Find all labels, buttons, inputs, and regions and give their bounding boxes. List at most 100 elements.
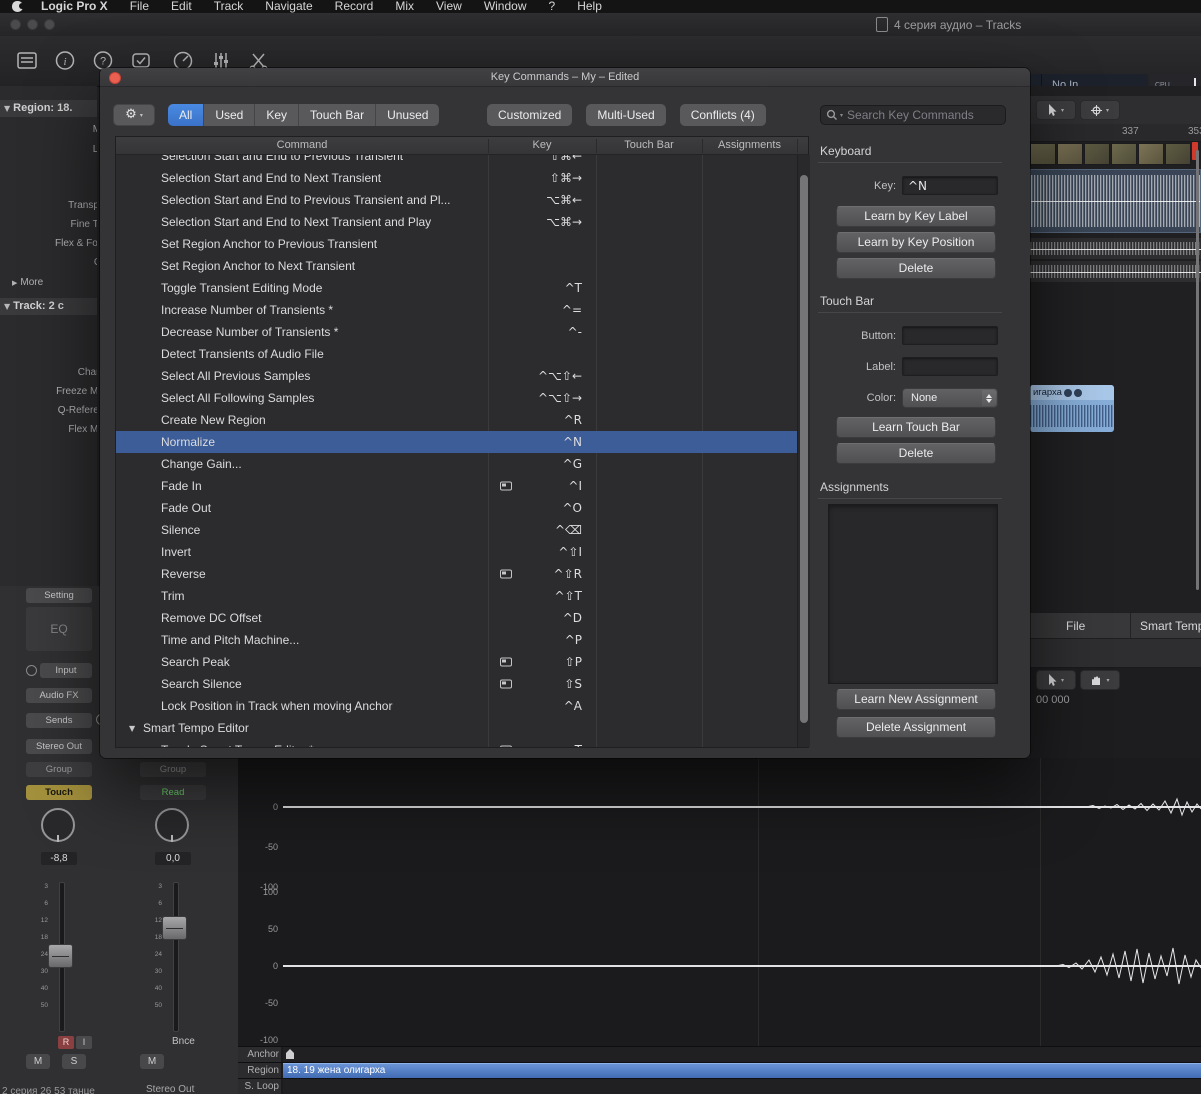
channel-setting-button[interactable]: Setting <box>26 588 92 603</box>
channel-input-button[interactable]: Input <box>40 663 92 678</box>
record-enable-button[interactable]: R <box>58 1036 74 1049</box>
filter-segment[interactable]: Unused <box>376 104 439 126</box>
volume-value[interactable]: 0,0 <box>155 852 191 865</box>
key-command-row[interactable]: ▼ Search Silence ⇧S <box>116 673 797 695</box>
close-window-button[interactable] <box>10 19 21 30</box>
pan-knob[interactable] <box>41 808 75 842</box>
eq-thumbnail[interactable]: EQ <box>26 607 92 651</box>
mute-button[interactable]: M <box>26 1054 50 1069</box>
s-loop-lane[interactable] <box>283 1079 1201 1094</box>
key-command-row[interactable]: ▼ Lock Position in Track when moving Anc… <box>116 695 797 717</box>
key-command-row[interactable]: ▼ Time and Pitch Machine... ^P <box>116 629 797 651</box>
audio-region-blue[interactable]: игарха <box>1030 385 1114 432</box>
more-disclosure[interactable]: ▶More <box>12 277 43 288</box>
anchor-lane[interactable] <box>283 1047 1201 1062</box>
editor-pointer-tool-menu[interactable]: ▾ <box>1036 670 1076 690</box>
zoom-window-button[interactable] <box>44 19 55 30</box>
search-input[interactable] <box>845 107 1000 123</box>
audio-region[interactable] <box>1030 261 1201 282</box>
action-menu-button[interactable]: ⚙ ▾ <box>113 104 155 126</box>
audio-fx-button[interactable]: Audio FX <box>26 688 92 703</box>
key-command-row[interactable]: ▼ Normalize ^N <box>116 431 797 453</box>
key-command-row[interactable]: ▼ Selection Start and End to Next Transi… <box>116 167 797 189</box>
region-inspector-header[interactable]: ▼Region: 18. <box>0 100 97 117</box>
menu-item[interactable]: Mix <box>395 1 414 12</box>
menu-item[interactable]: Logic Pro X <box>41 1 108 12</box>
filter-segment[interactable]: Touch Bar <box>299 104 376 126</box>
key-command-row[interactable]: ▼ Fade Out ^O <box>116 497 797 519</box>
solo-button[interactable]: S <box>62 1054 86 1069</box>
menu-item[interactable]: Navigate <box>265 1 312 12</box>
key-command-row[interactable]: ▼ Selection Start and End to Previous Tr… <box>116 189 797 211</box>
key-command-row[interactable]: ▼ Select All Previous Samples ^⌥⇧← <box>116 365 797 387</box>
key-command-row[interactable]: ▼ Set Region Anchor to Previous Transien… <box>116 233 797 255</box>
learn-by-key-position-button[interactable]: Learn by Key Position <box>836 232 996 253</box>
mute-button[interactable]: M <box>140 1054 164 1069</box>
key-command-row[interactable]: ▼ Detect Transients of Audio File <box>116 343 797 365</box>
dialog-close-button[interactable] <box>109 72 121 84</box>
column-header-key[interactable]: Key <box>488 137 596 155</box>
key-command-row[interactable]: ▼ Selection Start and End to Previous Tr… <box>116 155 797 167</box>
menu-item[interactable]: File <box>130 1 149 12</box>
audio-region-selected[interactable] <box>1030 169 1201 233</box>
column-header-assignments[interactable]: Assignments <box>702 137 797 155</box>
input-format-icon[interactable] <box>26 665 37 676</box>
menu-item[interactable]: ? <box>549 1 556 12</box>
dialog-title-bar[interactable]: Key Commands – My – Edited <box>100 68 1030 87</box>
button-value-field[interactable] <box>902 326 998 345</box>
delete-assignment-button[interactable]: Delete Assignment <box>836 717 996 738</box>
menu-item[interactable]: View <box>436 1 462 12</box>
delete-touch-bar-button[interactable]: Delete <box>836 443 996 464</box>
region-bar[interactable]: 18. 19 жена олигарха <box>283 1063 1201 1078</box>
filter-button[interactable]: Multi-Used <box>586 104 665 126</box>
search-field[interactable]: ▾ <box>820 105 1006 125</box>
menu-item[interactable]: Track <box>214 1 244 12</box>
anchor-marker-icon[interactable] <box>285 1049 295 1060</box>
disclosure-down-icon[interactable]: ▼ <box>129 724 135 733</box>
key-command-row[interactable]: ▼ Increase Number of Transients * ^= <box>116 299 797 321</box>
filter-segment[interactable]: Key <box>255 104 299 126</box>
minimize-window-button[interactable] <box>27 19 38 30</box>
filter-button[interactable]: Customized <box>487 104 572 126</box>
input-monitor-button[interactable]: I <box>76 1036 92 1049</box>
learn-new-assignment-button[interactable]: Learn New Assignment <box>836 689 996 710</box>
key-value-field[interactable]: ^N <box>902 176 998 195</box>
sends-button[interactable]: Sends <box>26 713 92 728</box>
bounce-button[interactable]: Bnce <box>172 1036 195 1047</box>
filter-segment[interactable]: All <box>168 104 204 126</box>
group-button[interactable]: Group <box>140 762 206 777</box>
automation-mode-button[interactable]: Read <box>140 785 206 800</box>
menu-item[interactable]: Help <box>577 1 602 12</box>
column-header-touch-bar[interactable]: Touch Bar <box>596 137 702 155</box>
audio-region[interactable] <box>1030 238 1201 259</box>
video-track-lane[interactable] <box>1030 143 1201 167</box>
hand-tool-menu[interactable]: ▾ <box>1080 670 1120 690</box>
key-command-row[interactable]: ▼ Smart Tempo Editor <box>116 717 797 739</box>
filter-button[interactable]: Conflicts (4) <box>680 104 766 126</box>
volume-value[interactable]: -8,8 <box>41 852 77 865</box>
menu-item[interactable]: Edit <box>171 1 192 12</box>
delete-key-button[interactable]: Delete <box>836 258 996 279</box>
tab-smart-tempo[interactable]: Smart Tempo <box>1140 613 1201 640</box>
output-button[interactable]: Stereo Out <box>26 739 92 754</box>
group-button[interactable]: Group <box>26 762 92 777</box>
key-command-row[interactable]: ▼ Invert ^⇧I <box>116 541 797 563</box>
learn-touch-bar-button[interactable]: Learn Touch Bar <box>836 417 996 438</box>
key-command-row[interactable]: ▼ Fade In ^I <box>116 475 797 497</box>
secondary-tool-menu[interactable]: ▾ <box>1080 100 1120 120</box>
key-command-row[interactable]: ▼ Change Gain... ^G <box>116 453 797 475</box>
apple-menu-icon[interactable] <box>12 1 23 12</box>
key-command-row[interactable]: ▼ Search Peak ⇧P <box>116 651 797 673</box>
menu-item[interactable]: Window <box>484 1 527 12</box>
label-value-field[interactable] <box>902 357 998 376</box>
key-command-row[interactable]: ▼ Reverse ^⇧R <box>116 563 797 585</box>
tab-file[interactable]: File <box>1066 613 1085 640</box>
key-command-row[interactable]: ▼ Remove DC Offset ^D <box>116 607 797 629</box>
table-scrollbar[interactable] <box>797 155 810 747</box>
key-command-row[interactable]: ▼ Select All Following Samples ^⌥⇧→ <box>116 387 797 409</box>
key-command-row[interactable]: ▼ Trim ^⇧T <box>116 585 797 607</box>
key-command-row[interactable]: ▼ Toggle Smart Tempo Editor * T <box>116 739 797 747</box>
fader-track[interactable] <box>173 882 179 1032</box>
key-command-row[interactable]: ▼ Set Region Anchor to Next Transient <box>116 255 797 277</box>
column-header-command[interactable]: Command <box>116 137 488 155</box>
